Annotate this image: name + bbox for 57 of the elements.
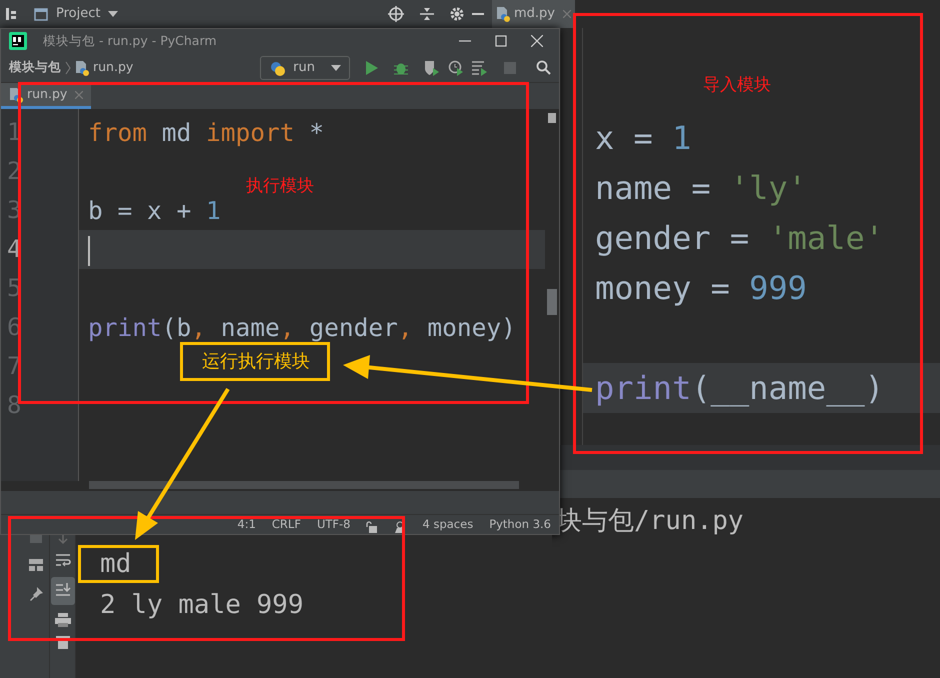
- python-file-icon: [75, 60, 89, 76]
- layout-icon[interactable]: [28, 559, 42, 571]
- close-icon[interactable]: [531, 35, 543, 47]
- status-item[interactable]: 4 spaces: [422, 516, 474, 533]
- status-item[interactable]: Python 3.6: [489, 516, 551, 533]
- shield-icon[interactable]: [424, 60, 440, 76]
- callout-label: 运行执行模块: [180, 342, 330, 381]
- code-line: gender = 'male': [594, 218, 885, 259]
- scroll-to-end-toggle[interactable]: [50, 577, 74, 604]
- app-logo-icon: [9, 32, 27, 50]
- pin-icon[interactable]: [28, 587, 42, 601]
- collapse-icon[interactable]: [420, 7, 434, 21]
- run-icon[interactable]: [366, 60, 378, 74]
- breadcrumb[interactable]: run.py: [75, 58, 134, 77]
- run-config-dropdown[interactable]: run: [260, 56, 350, 80]
- lock-icon[interactable]: [366, 521, 378, 533]
- code-line: from md import *: [87, 117, 326, 149]
- editor-tab[interactable]: md.py: [492, 0, 575, 28]
- bug-icon[interactable]: [394, 60, 408, 74]
- list-run-icon[interactable]: [472, 60, 488, 76]
- code-line: b = x + 1: [87, 195, 222, 227]
- python-file-icon: [9, 86, 23, 102]
- python-file-icon: [496, 6, 510, 22]
- code-line: print(b, name, gender, money): [87, 312, 517, 344]
- chevron-icon: [65, 60, 71, 74]
- console-output: md: [99, 548, 132, 581]
- crosshair-icon[interactable]: [388, 6, 404, 22]
- scrollbar-thumb[interactable]: [547, 289, 557, 315]
- panel-title[interactable]: Project: [56, 4, 100, 24]
- print-icon[interactable]: [54, 612, 70, 626]
- breadcrumb[interactable]: 模块与包: [9, 58, 61, 77]
- caret-icon[interactable]: [108, 11, 118, 17]
- status-item[interactable]: 4:1: [237, 516, 256, 533]
- soft-wrap-icon[interactable]: [54, 553, 70, 569]
- annotation-label: 导入模块: [703, 74, 771, 97]
- code-line: money = 999: [594, 268, 808, 309]
- status-item[interactable]: UTF-8: [316, 516, 350, 533]
- status-item[interactable]: CRLF: [272, 516, 301, 533]
- maximize-icon[interactable]: [495, 35, 507, 47]
- editor-tab[interactable]: run.py: [1, 83, 92, 109]
- window-icon[interactable]: [34, 8, 48, 20]
- code-line: x = 1: [594, 118, 692, 159]
- search-icon[interactable]: [536, 60, 551, 75]
- code-line: name = 'ly': [594, 168, 808, 209]
- scrollbar-marker: [548, 113, 556, 123]
- trash-icon[interactable]: [56, 634, 70, 648]
- console-output: 2 ly male 999: [99, 589, 304, 622]
- scroll-end-icon: [54, 583, 70, 598]
- settings-icon[interactable]: [450, 7, 464, 21]
- caret-icon: [331, 64, 341, 70]
- clock-icon[interactable]: [448, 60, 464, 76]
- tool-window-icon[interactable]: [4, 7, 18, 21]
- scrollbar-thumb[interactable]: [89, 481, 519, 489]
- text-cursor: [88, 236, 90, 266]
- annotation-label: 执行模块: [246, 175, 314, 198]
- python-icon: [269, 60, 286, 76]
- window-title: 模块与包 - run.py - PyCharm: [43, 32, 217, 50]
